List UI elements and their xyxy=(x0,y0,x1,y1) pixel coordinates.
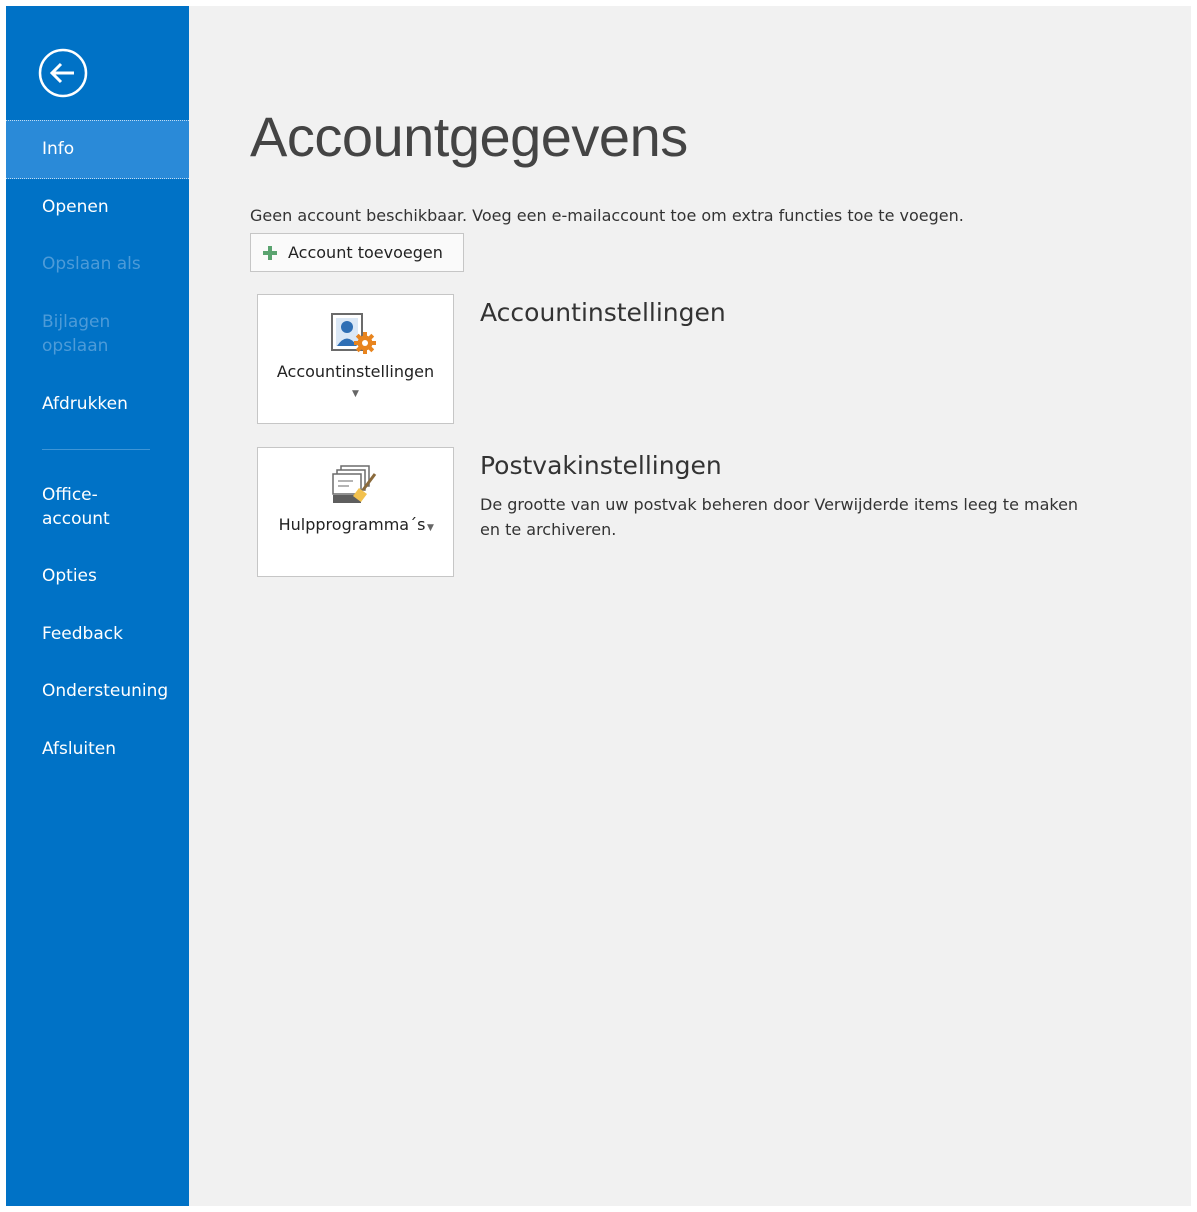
sidebar-item-feedback[interactable]: Feedback xyxy=(6,622,189,646)
mailbox-settings-heading: Postvakinstellingen xyxy=(480,451,722,480)
dropdown-arrow-icon: ▼ xyxy=(352,389,359,399)
sidebar-item-openen[interactable]: Openen xyxy=(6,195,189,219)
sidebar-item-label: Opties xyxy=(42,566,97,586)
sidebar-item-opslaan-als: Opslaan als xyxy=(6,252,189,276)
plus-icon xyxy=(262,245,278,261)
account-settings-label: Accountinstellingen xyxy=(276,362,435,381)
sidebar-item-afdrukken[interactable]: Afdrukken xyxy=(6,392,189,416)
sidebar-item-label: Opslaan als xyxy=(42,254,141,274)
sidebar-item-label: Afdrukken xyxy=(42,394,128,414)
sidebar-item-office-account[interactable]: Office-account xyxy=(6,483,189,531)
add-account-label: Account toevoegen xyxy=(288,243,443,262)
sidebar-item-info[interactable]: Info xyxy=(6,120,189,179)
sidebar-item-label: Bijlagen opslaan xyxy=(42,312,111,356)
no-account-message: Geen account beschikbaar. Voeg een e-mai… xyxy=(250,206,964,225)
sidebar-divider xyxy=(42,449,150,450)
dropdown-arrow-icon: ▼ xyxy=(427,523,434,533)
sidebar-item-label: Afsluiten xyxy=(42,739,116,759)
sidebar-item-label: Info xyxy=(42,139,75,159)
back-button[interactable] xyxy=(38,48,88,98)
back-arrow-circle-icon xyxy=(38,48,88,98)
mailbox-cleanup-icon xyxy=(331,464,379,512)
account-settings-icon xyxy=(331,311,379,361)
tools-label: Hulpprogramma´s xyxy=(278,515,426,534)
backstage-sidebar: Info Openen Opslaan als Bijlagen opslaan… xyxy=(6,6,189,1206)
sidebar-item-afsluiten[interactable]: Afsluiten xyxy=(6,737,189,761)
sidebar-item-bijlagen-opslaan: Bijlagen opslaan xyxy=(6,310,116,358)
sidebar-item-ondersteuning[interactable]: Ondersteuning xyxy=(6,679,189,703)
sidebar-item-label: Openen xyxy=(42,197,109,217)
sidebar-item-label: Office-account xyxy=(42,485,110,529)
sidebar-item-opties[interactable]: Opties xyxy=(6,564,189,588)
backstage-window: Info Openen Opslaan als Bijlagen opslaan… xyxy=(6,6,1191,1206)
account-settings-heading: Accountinstellingen xyxy=(480,298,726,327)
sidebar-item-label: Feedback xyxy=(42,624,123,644)
sidebar-item-label: Ondersteuning xyxy=(42,681,169,701)
mailbox-settings-description: De grootte van uw postvak beheren door V… xyxy=(480,495,1079,539)
tools-button[interactable]: Hulpprogramma´s ▼ xyxy=(257,447,454,577)
add-account-button[interactable]: Account toevoegen xyxy=(250,233,464,272)
page-title: Accountgegevens xyxy=(250,105,688,168)
account-settings-button[interactable]: Accountinstellingen ▼ xyxy=(257,294,454,424)
